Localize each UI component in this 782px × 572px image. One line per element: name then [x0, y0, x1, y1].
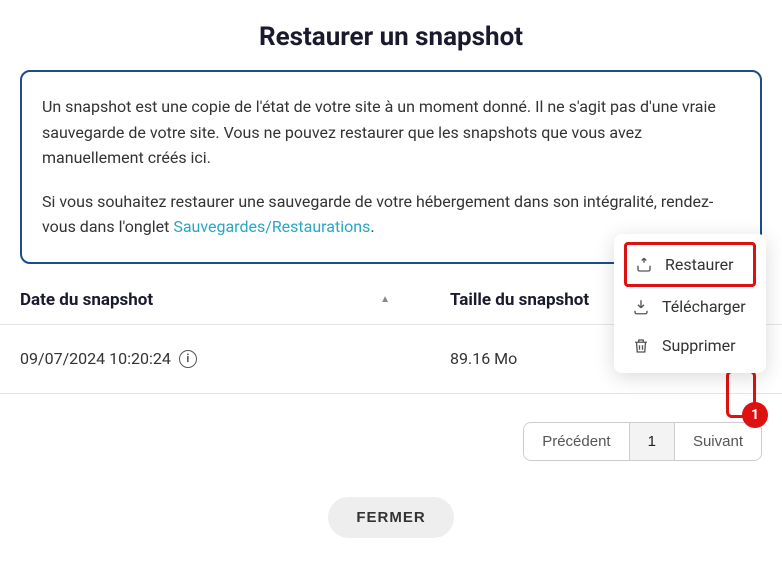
pagination: Précédent 1 Suivant: [0, 394, 782, 461]
pagination-page-1[interactable]: 1: [630, 423, 675, 460]
sort-asc-icon: ▲: [380, 294, 390, 305]
menu-item-restore[interactable]: Restaurer: [624, 242, 756, 287]
close-button[interactable]: FERMER: [328, 497, 453, 538]
column-header-date[interactable]: Date du snapshot ▲: [20, 290, 450, 310]
restore-icon: [635, 256, 653, 274]
backup-restore-link[interactable]: Sauvegardes/Restaurations: [173, 217, 370, 236]
page-title: Restaurer un snapshot: [0, 22, 782, 52]
pagination-next-button[interactable]: Suivant: [675, 423, 761, 460]
download-icon: [632, 298, 650, 316]
pagination-prev-button[interactable]: Précédent: [524, 423, 629, 460]
info-icon[interactable]: i: [179, 350, 197, 368]
info-paragraph-2: Si vous souhaitez restaurer une sauvegar…: [42, 189, 740, 240]
menu-item-delete[interactable]: Supprimer: [624, 326, 756, 365]
menu-item-download[interactable]: Télécharger: [624, 287, 756, 326]
trash-icon: [632, 337, 650, 355]
actions-dropdown-menu: Restaurer Télécharger Supprimer: [614, 234, 766, 373]
snapshot-date: 09/07/2024 10:20:24: [20, 349, 171, 368]
info-paragraph-1: Un snapshot est une copie de l'état de v…: [42, 94, 740, 171]
